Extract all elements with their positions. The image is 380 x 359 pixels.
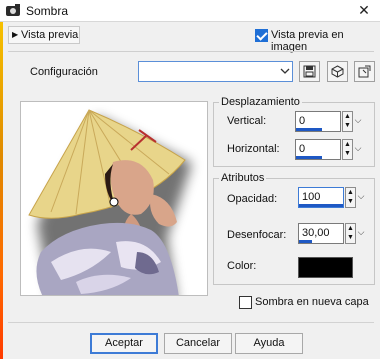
horizontal-slider-fill: [296, 156, 323, 159]
divider: [8, 51, 374, 52]
window-title: Sombra: [26, 4, 69, 18]
attributes-legend: Atributos: [219, 172, 267, 184]
app-icon: [6, 4, 20, 16]
opacity-value: 100: [302, 191, 321, 203]
opacity-label: Opacidad:: [227, 193, 278, 205]
offset-legend: Desplazamiento: [219, 96, 302, 108]
blur-spinner[interactable]: ▲ ▼: [345, 223, 356, 244]
shadow-color-swatch[interactable]: [298, 257, 353, 278]
vertical-label: Vertical:: [227, 115, 267, 127]
cancel-button[interactable]: Cancelar: [164, 333, 232, 354]
horizontal-input[interactable]: 0: [295, 139, 341, 160]
save-preset-icon[interactable]: [299, 61, 320, 82]
vertical-value: 0: [299, 115, 306, 127]
ok-button[interactable]: Aceptar: [90, 333, 158, 354]
opacity-input[interactable]: 100: [298, 187, 344, 208]
horizontal-value: 0: [299, 143, 306, 155]
opacity-spinner[interactable]: ▲ ▼: [345, 187, 356, 208]
opacity-slider-fill: [299, 204, 343, 207]
chevron-down-icon[interactable]: ⌵: [353, 111, 363, 132]
help-button[interactable]: Ayuda: [235, 333, 303, 354]
caret-right-icon: ▶: [12, 30, 19, 39]
image-preview-label: Vista previa en imagen: [271, 29, 344, 53]
title-bar: Sombra ✕: [0, 0, 380, 22]
vertical-input[interactable]: 0: [295, 111, 341, 132]
preview-image[interactable]: [20, 101, 208, 296]
preview-toggle-button[interactable]: ▶ Vista previa: [8, 26, 80, 44]
blur-label: Desenfocar:: [227, 229, 287, 241]
horizontal-spinner[interactable]: ▲ ▼: [342, 139, 353, 160]
chevron-down-icon[interactable]: ⌵: [356, 223, 366, 244]
blur-input[interactable]: 30,00: [298, 223, 344, 244]
background-edge: [0, 22, 3, 359]
blur-slider-fill: [299, 240, 313, 243]
preview-photo: [28, 109, 192, 295]
color-label: Color:: [227, 260, 257, 272]
config-select[interactable]: [138, 61, 293, 82]
vertical-spinner[interactable]: ▲ ▼: [342, 111, 353, 132]
new-layer-label: Sombra en nueva capa: [255, 296, 369, 308]
config-label: Configuración: [30, 66, 98, 78]
vertical-slider-fill: [296, 128, 323, 131]
chevron-down-icon[interactable]: ⌵: [353, 139, 363, 160]
preview-toggle-label: Vista previa: [21, 29, 79, 41]
new-layer-checkbox[interactable]: [239, 296, 252, 309]
divider: [8, 322, 374, 323]
blur-value: 30,00: [302, 227, 330, 239]
chevron-down-icon: [280, 68, 290, 74]
chevron-down-icon[interactable]: ⌵: [356, 187, 366, 208]
close-icon[interactable]: ✕: [356, 2, 372, 18]
reset-icon[interactable]: [354, 61, 375, 82]
image-preview-checkbox[interactable]: [255, 29, 268, 42]
horizontal-label: Horizontal:: [227, 143, 280, 155]
presets-icon[interactable]: [327, 61, 348, 82]
